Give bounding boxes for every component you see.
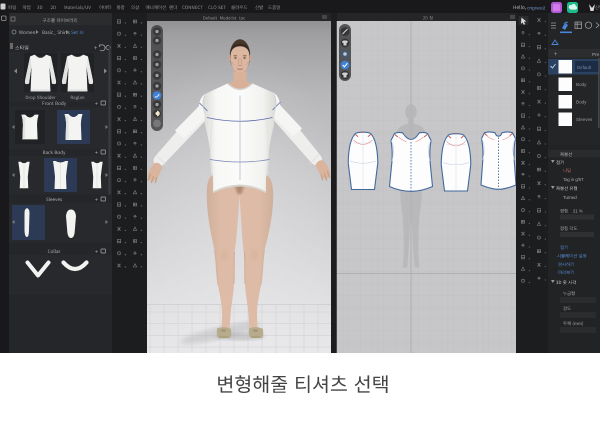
svg-text:Pre: Pre <box>592 52 600 57</box>
svg-text:Sleeves: Sleeves <box>576 117 593 122</box>
svg-text:Turned: Turned <box>563 195 577 200</box>
svg-text:Tag in g/5T: Tag in g/5T <box>563 177 584 182</box>
svg-text:Default: Default <box>577 65 592 70</box>
svg-text:crignee2: crignee2 <box>527 6 546 12</box>
svg-text:Body: Body <box>576 82 587 87</box>
svg-text:21 %: 21 % <box>573 209 583 214</box>
svg-text:Body: Body <box>576 100 587 105</box>
